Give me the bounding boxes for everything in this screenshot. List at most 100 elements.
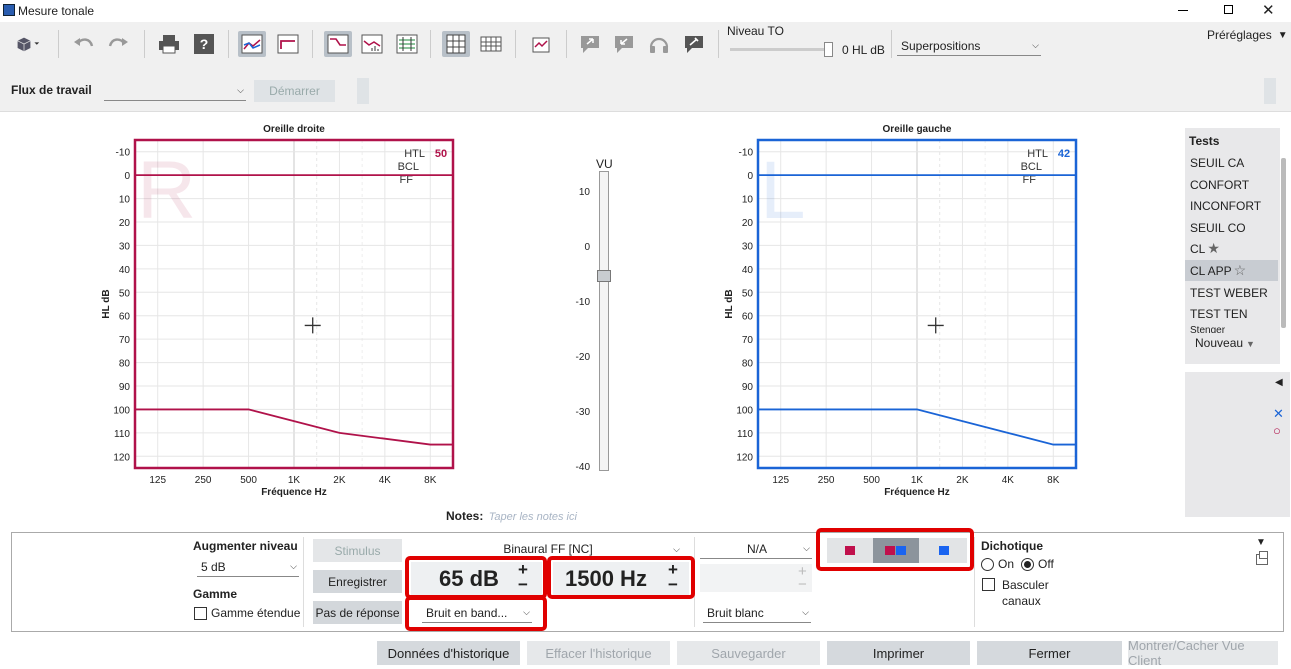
test-item[interactable]: CONFORT bbox=[1185, 174, 1278, 195]
freq-tick-label: 8K bbox=[1047, 475, 1060, 486]
db-tick-label: 20 bbox=[119, 218, 131, 229]
legend-bcl: BCL bbox=[1021, 161, 1042, 173]
audiogram-view-2-icon[interactable] bbox=[358, 31, 386, 57]
dichotic-on-radio[interactable] bbox=[981, 558, 994, 571]
superpositions-dropdown[interactable]: Superpositions ⌵ bbox=[897, 36, 1041, 56]
cursor-cross bbox=[304, 317, 321, 334]
vu-thumb[interactable] bbox=[597, 269, 611, 282]
db-tick-label: 50 bbox=[119, 288, 131, 299]
legend-htl: HTL bbox=[404, 148, 425, 160]
superpositions-value: Superpositions bbox=[901, 38, 981, 53]
chevron-down-icon: ▼ bbox=[1246, 339, 1255, 349]
level-slider-track[interactable] bbox=[730, 48, 830, 51]
no-response-button[interactable]: Pas de réponse bbox=[313, 601, 402, 624]
print-icon[interactable] bbox=[155, 31, 183, 57]
dichotic-off-radio[interactable] bbox=[1021, 558, 1034, 571]
talk-forward-icon[interactable] bbox=[576, 31, 604, 57]
notes-row: Notes: Taper les notes ici bbox=[446, 509, 577, 523]
audiogram-overlay-icon[interactable] bbox=[238, 31, 266, 57]
chart-export-icon[interactable] bbox=[528, 31, 556, 57]
left-ear-audiogram[interactable]: 125 250 500 1K 2K 4K 8K -10 0 10 20 30 40 50 60 70 80 90 1… bbox=[718, 120, 1098, 500]
chevron-down-icon: ⌵ bbox=[803, 543, 810, 553]
clear-history-button[interactable]: Effacer l'historique bbox=[527, 641, 670, 665]
history-button[interactable]: Données d'historique bbox=[377, 641, 520, 665]
test-item[interactable]: SEUIL CO bbox=[1185, 217, 1278, 238]
extended-range-checkbox[interactable] bbox=[194, 607, 207, 620]
stimulus-button[interactable]: Stimulus bbox=[313, 539, 402, 562]
level-slider-thumb[interactable] bbox=[824, 42, 833, 57]
start-button[interactable]: Démarrer bbox=[254, 80, 335, 102]
grid-small-icon[interactable] bbox=[477, 31, 505, 57]
test-item-selected[interactable]: CL APP ☆ bbox=[1185, 260, 1278, 281]
headphones-icon[interactable] bbox=[645, 31, 673, 57]
workflow-dropdown[interactable]: ⌵ bbox=[104, 81, 246, 101]
db-tick-label: 60 bbox=[119, 312, 131, 323]
monitor-settings-icon[interactable] bbox=[680, 31, 708, 57]
notes-input[interactable]: Taper les notes ici bbox=[489, 511, 577, 523]
db-tick-label: 0 bbox=[747, 171, 753, 182]
maximize-icon[interactable] bbox=[1224, 5, 1233, 14]
print-button[interactable]: Imprimer bbox=[827, 641, 970, 665]
redo-icon[interactable] bbox=[104, 31, 132, 57]
test-item[interactable]: Stenger bbox=[1185, 325, 1278, 333]
vu-tick-label: -10 bbox=[575, 297, 590, 308]
star-filled-icon[interactable]: ★ bbox=[1207, 240, 1220, 257]
vu-track bbox=[599, 171, 609, 471]
presets-label: Préréglages bbox=[1207, 28, 1272, 42]
dichotic-on-label: On bbox=[998, 557, 1015, 571]
db-tick-label: 50 bbox=[742, 288, 754, 299]
new-test-dropdown[interactable]: Nouveau ▼ bbox=[1195, 336, 1255, 350]
freq-tick-label: 4K bbox=[1002, 475, 1015, 486]
grid-large-icon[interactable] bbox=[442, 31, 470, 57]
help-icon[interactable]: ? bbox=[190, 31, 218, 57]
talk-back-icon[interactable] bbox=[610, 31, 638, 57]
legend-bcl: BCL bbox=[398, 161, 419, 173]
panel-menu-icon[interactable]: ▼ bbox=[1256, 537, 1266, 548]
na-select[interactable]: N/A ⌵ bbox=[700, 539, 812, 559]
close-icon[interactable]: ✕ bbox=[1262, 1, 1275, 19]
white-noise-select[interactable]: Bruit blanc ⌵ bbox=[703, 603, 811, 623]
masking-minus-button[interactable]: − bbox=[798, 576, 807, 593]
client-view-button[interactable]: Montrer/Cacher Vue Client bbox=[1128, 638, 1278, 668]
x-axis-title: Fréquence Hz bbox=[884, 487, 950, 498]
db-tick-label: 10 bbox=[119, 195, 131, 206]
increase-level-dropdown[interactable]: 5 dB ⌵ bbox=[197, 557, 299, 577]
htl-value: 50 bbox=[435, 148, 447, 160]
audiogram-view-3-icon[interactable] bbox=[393, 31, 421, 57]
db-tick-label: 90 bbox=[742, 382, 754, 393]
cube-menu-icon[interactable] bbox=[10, 31, 46, 57]
test-item[interactable]: INCONFORT bbox=[1185, 195, 1278, 216]
save-button[interactable]: Sauvegarder bbox=[677, 641, 820, 665]
minimize-icon[interactable] bbox=[1178, 10, 1188, 11]
workflow-label: Flux de travail bbox=[11, 83, 92, 97]
db-tick-label: 20 bbox=[742, 218, 754, 229]
close-button[interactable]: Fermer bbox=[977, 641, 1122, 665]
audiogram-view-1-icon[interactable] bbox=[324, 31, 352, 57]
ear-watermark: R bbox=[137, 145, 196, 236]
collapse-left-icon[interactable]: ◀ bbox=[1275, 377, 1283, 388]
frequency-highlight bbox=[547, 556, 695, 599]
workflow-handle[interactable] bbox=[1264, 78, 1276, 104]
test-item[interactable]: TEST WEBER bbox=[1185, 282, 1278, 303]
left-ear-cross-icon: ✕ bbox=[1273, 406, 1284, 421]
test-item[interactable]: TEST TEN bbox=[1185, 303, 1278, 324]
presets-menu[interactable]: Préréglages ▼ bbox=[1207, 28, 1288, 42]
vu-tick-label: -20 bbox=[575, 352, 590, 363]
star-outline-icon[interactable]: ☆ bbox=[1234, 262, 1247, 279]
masking-display: + − bbox=[700, 563, 812, 593]
swap-channels-checkbox[interactable] bbox=[982, 578, 995, 591]
undo-icon[interactable] bbox=[70, 31, 98, 57]
legend-htl: HTL bbox=[1027, 148, 1048, 160]
test-item[interactable]: SEUIL CA bbox=[1185, 152, 1278, 173]
right-ear-audiogram[interactable]: 125 250 500 1K 2K 4K 8K -10 0 10 20 30 40 50 60 70 80 90 1… bbox=[95, 120, 475, 500]
tests-panel: Tests SEUIL CA CONFORT INCONFORT SEUIL C… bbox=[1185, 128, 1286, 364]
detach-panel-icon[interactable] bbox=[1256, 551, 1268, 565]
audiogram-single-icon[interactable] bbox=[274, 31, 302, 57]
chevron-down-icon: ⌵ bbox=[802, 607, 809, 617]
tests-scrollbar[interactable] bbox=[1281, 158, 1286, 328]
panel-divider bbox=[303, 537, 304, 627]
vu-tick-label: 0 bbox=[584, 242, 590, 253]
test-item[interactable]: CL ★ bbox=[1185, 238, 1278, 259]
record-button[interactable]: Enregistrer bbox=[313, 570, 402, 593]
dichotic-off-label: Off bbox=[1038, 557, 1054, 571]
